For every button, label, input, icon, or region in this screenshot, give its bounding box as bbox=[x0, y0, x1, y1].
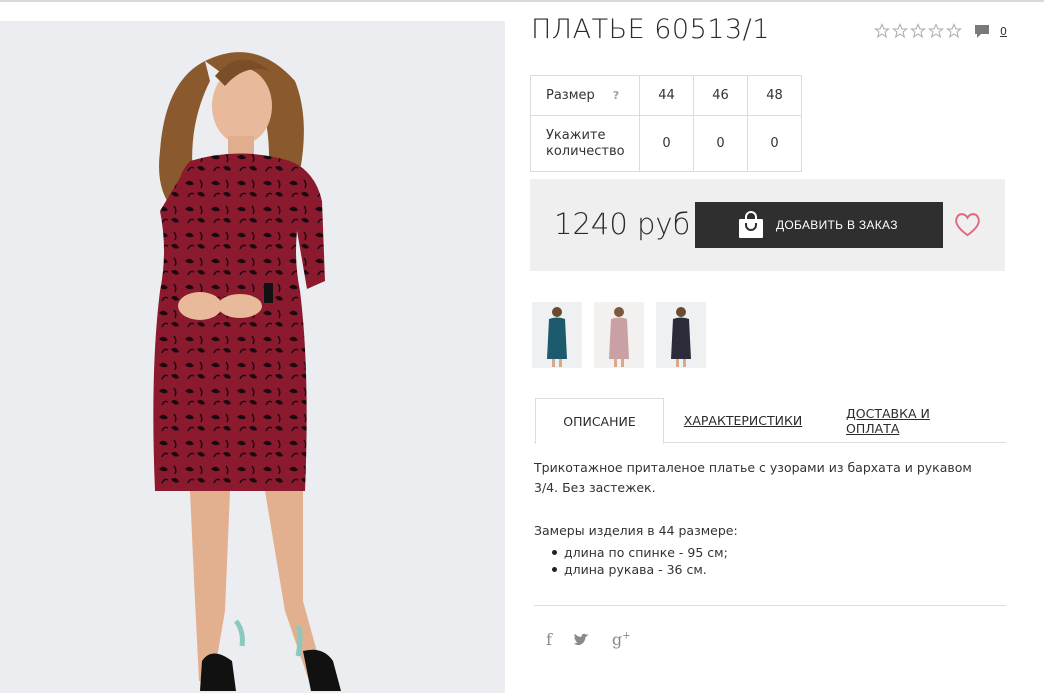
list-item: длина по спинке - 95 см; bbox=[552, 544, 728, 561]
main-product-photo[interactable] bbox=[0, 21, 505, 693]
twitter-icon[interactable] bbox=[573, 633, 590, 646]
size-quantity-table: Размер? 44 46 48 Укажите количество 0 0 … bbox=[530, 75, 802, 172]
quantity-label-line1: Укажите bbox=[546, 127, 606, 143]
favorite-heart-icon[interactable] bbox=[953, 210, 982, 239]
size-option-46[interactable]: 46 bbox=[693, 75, 748, 116]
thumb-teal-dress[interactable] bbox=[532, 302, 582, 368]
thumbnail-gallery bbox=[532, 302, 706, 368]
size-option-48[interactable]: 48 bbox=[747, 75, 802, 116]
star-empty-icon[interactable] bbox=[892, 23, 908, 39]
tab-characteristics[interactable]: ХАРАКТЕРИСТИКИ bbox=[684, 398, 802, 443]
star-empty-icon[interactable] bbox=[928, 23, 944, 39]
add-to-order-label: ДОБАВИТЬ В ЗАКАЗ bbox=[776, 218, 898, 232]
product-price: 1240 руб bbox=[554, 207, 691, 241]
google-plus-icon[interactable]: g+ bbox=[612, 630, 631, 649]
facebook-icon[interactable]: f bbox=[546, 630, 552, 649]
size-option-44[interactable]: 44 bbox=[639, 75, 694, 116]
product-info-tabs: ОПИСАНИЕ ХАРАКТЕРИСТИКИ ДОСТАВКА И ОПЛАТ… bbox=[534, 398, 1006, 444]
social-share: f g+ bbox=[546, 630, 631, 649]
list-item: длина рукава - 36 см. bbox=[552, 561, 728, 578]
rating-stars[interactable] bbox=[874, 23, 962, 39]
quantity-input-46[interactable]: 0 bbox=[693, 115, 748, 172]
quantity-input-44[interactable]: 0 bbox=[639, 115, 694, 172]
size-label: Размер bbox=[546, 88, 595, 103]
product-title: ПЛАТЬЕ 60513/1 bbox=[531, 14, 770, 45]
comment-icon bbox=[975, 25, 989, 38]
quantity-label-line2: количество bbox=[546, 143, 625, 159]
star-empty-icon[interactable] bbox=[874, 23, 890, 39]
comments-link[interactable]: 0 bbox=[974, 24, 1007, 39]
quantity-input-48[interactable]: 0 bbox=[747, 115, 802, 172]
add-to-order-button[interactable]: ДОБАВИТЬ В ЗАКАЗ bbox=[695, 202, 943, 248]
measurements-title: Замеры изделия в 44 размере: bbox=[534, 523, 738, 538]
measurements-list: длина по спинке - 95 см; длина рукава - … bbox=[552, 544, 728, 578]
star-empty-icon[interactable] bbox=[910, 23, 926, 39]
top-divider bbox=[0, 0, 1044, 2]
shopping-bag-icon bbox=[739, 211, 763, 238]
thumb-navy-dress[interactable] bbox=[656, 302, 706, 368]
size-label-cell: Размер? bbox=[530, 75, 640, 116]
comments-count[interactable]: 0 bbox=[1000, 25, 1007, 38]
quantity-label-cell: Укажите количество bbox=[530, 115, 640, 172]
dress-model-illustration bbox=[0, 21, 505, 693]
product-description: Трикотажное приталеное платье с узорами … bbox=[534, 460, 972, 495]
tab-description[interactable]: ОПИСАНИЕ bbox=[535, 398, 664, 444]
thumb-pink-dress[interactable] bbox=[594, 302, 644, 368]
star-empty-icon[interactable] bbox=[946, 23, 962, 39]
tab-delivery-payment[interactable]: ДОСТАВКА И ОПЛАТА bbox=[846, 398, 971, 443]
price-panel: 1240 руб ДОБАВИТЬ В ЗАКАЗ bbox=[530, 179, 1005, 271]
size-help-icon[interactable]: ? bbox=[613, 89, 619, 102]
content-divider bbox=[534, 605, 1006, 606]
